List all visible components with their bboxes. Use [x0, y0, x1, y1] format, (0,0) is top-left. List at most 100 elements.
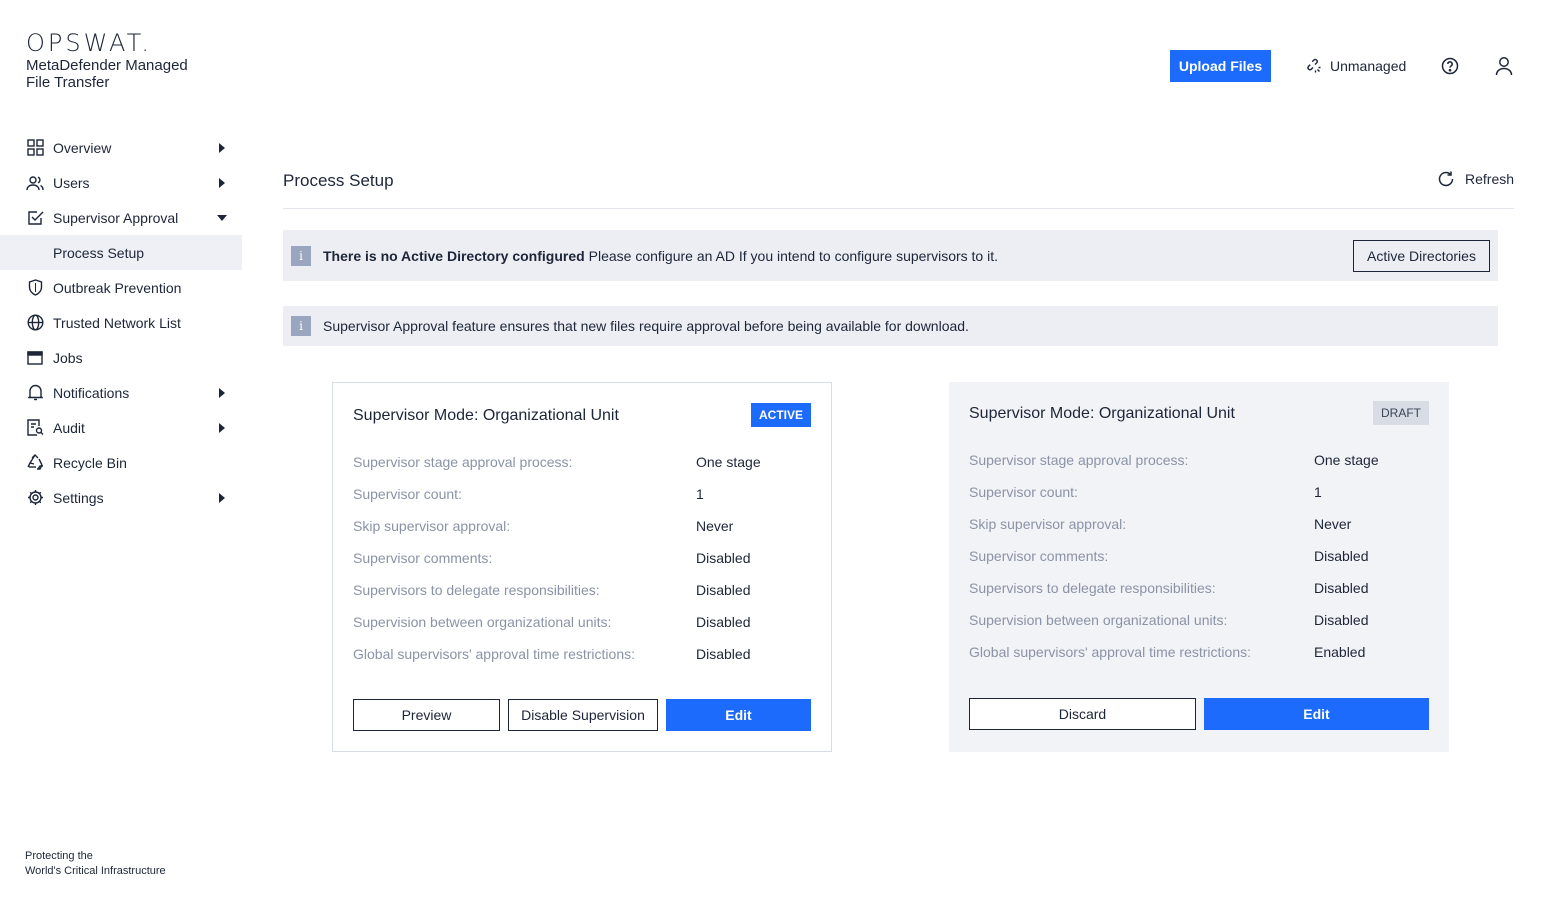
- status-badge: DRAFT: [1373, 401, 1429, 425]
- setting-label: Supervisor comments:: [969, 548, 1109, 564]
- setting-label: Supervisors to delegate responsibilities…: [969, 580, 1216, 596]
- setting-value: 1: [696, 486, 704, 502]
- list-item: Supervisor comments: Disabled: [353, 542, 811, 574]
- active-directories-button[interactable]: Active Directories: [1353, 240, 1490, 272]
- users-icon: [26, 174, 44, 192]
- status-badge: ACTIVE: [750, 403, 811, 427]
- tagline-line2: World's Critical Infrastructure: [25, 865, 166, 877]
- setting-label: Supervisor count:: [969, 484, 1078, 500]
- sidebar-item-label: Users: [53, 174, 90, 191]
- sidebar-item-label: Overview: [53, 139, 112, 156]
- supervisor-info-alert: i Supervisor Approval feature ensures th…: [283, 306, 1498, 346]
- caret-down-icon: [217, 214, 227, 221]
- caret-right-icon: [219, 492, 225, 503]
- sidebar-item-users[interactable]: Users: [0, 165, 242, 200]
- grid-icon: [26, 139, 44, 157]
- setting-value: Disabled: [696, 614, 751, 630]
- caret-right-icon: [219, 422, 225, 433]
- sidebar-item-settings[interactable]: Settings: [0, 480, 242, 515]
- list-item: Supervision between organizational units…: [353, 606, 811, 638]
- sidebar-item-process-setup[interactable]: Process Setup: [0, 235, 242, 270]
- discard-button[interactable]: Discard: [969, 698, 1196, 730]
- sidebar-item-outbreak-prevention[interactable]: Outbreak Prevention: [0, 270, 242, 305]
- info-icon: i: [291, 316, 311, 336]
- opswat-logo[interactable]: OPSWAT.: [26, 29, 152, 57]
- help-icon[interactable]: [1441, 57, 1459, 75]
- sidebar-item-label: Jobs: [53, 349, 83, 366]
- bell-icon: [26, 384, 44, 402]
- gear-icon: [26, 489, 44, 507]
- setting-label: Supervisor count:: [353, 486, 462, 502]
- settings-list: Supervisor stage approval process: One st…: [969, 444, 1429, 668]
- page-title: Process Setup: [283, 171, 394, 190]
- draft-supervisor-card: Supervisor Mode: Organizational Unit DRA…: [949, 382, 1449, 752]
- tagline-line1: Protecting the: [25, 850, 93, 862]
- setting-label: Supervision between organizational units…: [353, 614, 612, 630]
- sidebar-item-audit[interactable]: Audit: [0, 410, 242, 445]
- sidebar-item-label: Trusted Network List: [53, 314, 181, 331]
- list-item: Supervisor stage approval process: One st…: [353, 446, 811, 478]
- sidebar-item-notifications[interactable]: Notifications: [0, 375, 242, 410]
- card-title: Supervisor Mode: Organizational Unit: [353, 407, 619, 424]
- disable-supervision-button[interactable]: Disable Supervision: [508, 699, 658, 731]
- caret-right-icon: [219, 387, 225, 398]
- window-icon: [26, 349, 44, 367]
- list-item: Supervisor stage approval process: One st…: [969, 444, 1429, 476]
- alert-bold-text: There is no Active Directory configured: [323, 247, 585, 264]
- product-name: MetaDefender Managed File Transfer: [26, 57, 188, 91]
- caret-right-icon: [219, 142, 225, 153]
- unmanaged-link[interactable]: Unmanaged: [1306, 56, 1406, 76]
- setting-label: Global supervisors' approval time restri…: [353, 646, 636, 662]
- preview-button[interactable]: Preview: [353, 699, 500, 731]
- setting-value: One stage: [1314, 452, 1379, 468]
- setting-value: 1: [1314, 484, 1322, 500]
- list-item: Supervisors to delegate responsibilities…: [353, 574, 811, 606]
- list-item: Global supervisors' approval time restri…: [969, 636, 1429, 668]
- list-item: Skip supervisor approval: Never: [353, 510, 811, 542]
- setting-label: Supervisor stage approval process:: [969, 452, 1189, 468]
- sidebar: OPSWAT. MetaDefender Managed File Transf…: [0, 0, 242, 911]
- tagline: Protecting the World's Critical Infrastr…: [25, 849, 166, 879]
- list-item: Supervisor count: 1: [969, 476, 1429, 508]
- setting-value: Disabled: [1314, 580, 1369, 596]
- setting-label: Global supervisors' approval time restri…: [969, 644, 1252, 660]
- sidebar-item-trusted-network-list[interactable]: Trusted Network List: [0, 305, 242, 340]
- setting-value: Disabled: [696, 550, 751, 566]
- setting-value: Disabled: [1314, 548, 1369, 564]
- sidebar-item-label: Process Setup: [53, 244, 145, 261]
- setting-value: Disabled: [1314, 612, 1369, 628]
- setting-value: Disabled: [696, 582, 751, 598]
- recycle-icon: [26, 454, 44, 472]
- upload-files-button[interactable]: Upload Files: [1170, 50, 1271, 82]
- setting-label: Supervision between organizational units…: [969, 612, 1228, 628]
- sidebar-item-supervisor-approval[interactable]: Supervisor Approval: [0, 200, 242, 235]
- setting-value: Never: [696, 518, 734, 534]
- setting-label: Supervisor comments:: [353, 550, 493, 566]
- sidebar-item-overview[interactable]: Overview: [0, 130, 242, 165]
- list-item: Supervision between organizational units…: [969, 604, 1429, 636]
- setting-label: Supervisors to delegate responsibilities…: [353, 582, 600, 598]
- title-divider: [283, 208, 1514, 209]
- sidebar-nav: Overview Users Supervisor Approval Proce…: [0, 130, 242, 515]
- sidebar-item-label: Outbreak Prevention: [53, 279, 182, 296]
- audit-icon: [26, 419, 44, 437]
- setting-value: One stage: [696, 454, 761, 470]
- setting-value: Never: [1314, 516, 1352, 532]
- user-icon[interactable]: [1495, 56, 1513, 76]
- edit-button[interactable]: Edit: [1204, 698, 1429, 730]
- list-item: Global supervisors' approval time restri…: [353, 638, 811, 670]
- list-item: Supervisors to delegate responsibilities…: [969, 572, 1429, 604]
- refresh-icon: [1437, 170, 1455, 188]
- setting-label: Supervisor stage approval process:: [353, 454, 573, 470]
- alert-text: Please configure an AD If you intend to …: [588, 247, 998, 264]
- edit-button[interactable]: Edit: [666, 699, 811, 731]
- info-icon: i: [291, 245, 311, 266]
- refresh-button[interactable]: Refresh: [1437, 170, 1514, 188]
- setting-label: Skip supervisor approval:: [353, 518, 511, 534]
- sidebar-item-jobs[interactable]: Jobs: [0, 340, 242, 375]
- sidebar-item-recycle-bin[interactable]: Recycle Bin: [0, 445, 242, 480]
- sidebar-item-label: Recycle Bin: [53, 454, 127, 471]
- checkbox-icon: [26, 209, 44, 227]
- active-directory-alert: i There is no Active Directory configure…: [283, 230, 1498, 281]
- setting-value: Enabled: [1314, 644, 1366, 660]
